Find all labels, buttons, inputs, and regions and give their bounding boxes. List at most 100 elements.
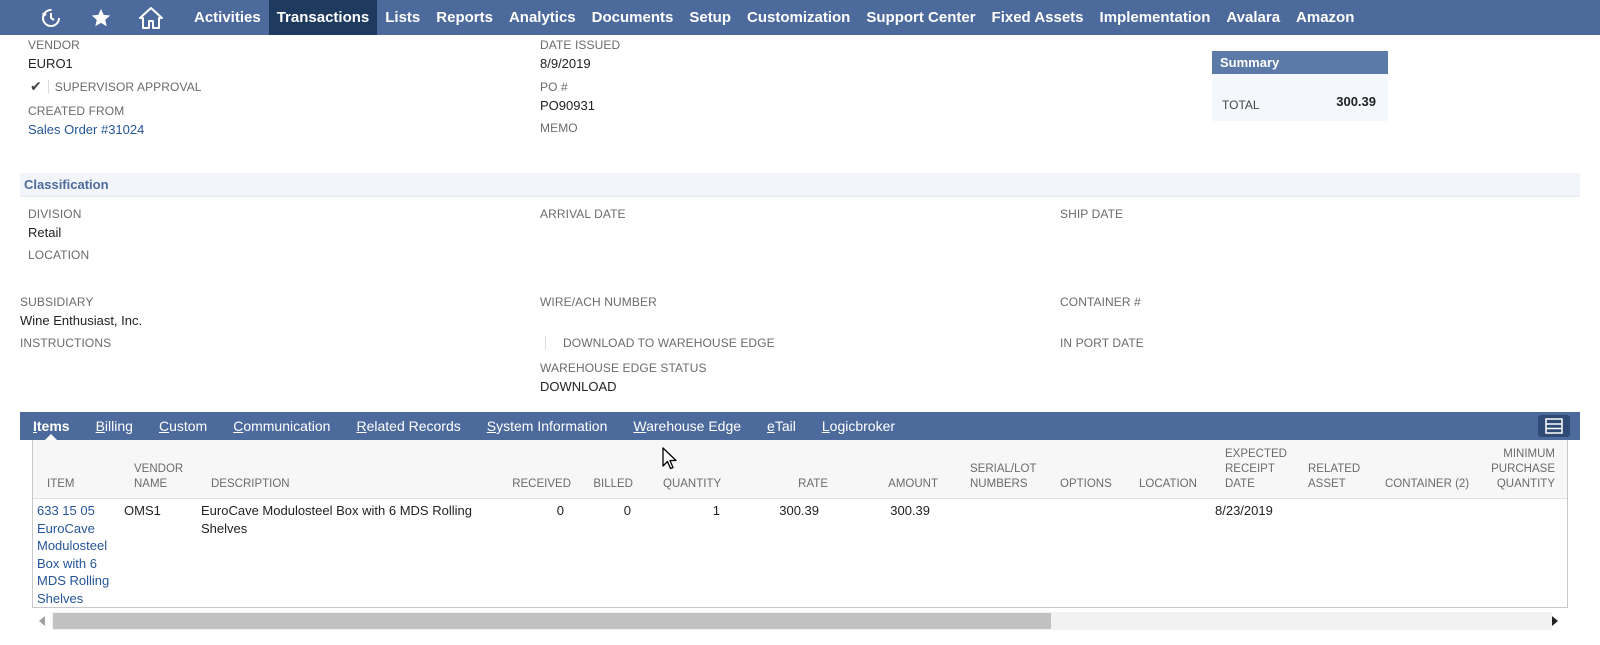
date-issued-field: DATE ISSUED 8/9/2019 (540, 38, 620, 71)
nav-item-implementation[interactable]: Implementation (1092, 0, 1219, 35)
subtab-items[interactable]: Items (20, 412, 83, 440)
subtab-system-information[interactable]: System Information (474, 412, 621, 440)
row-item-link[interactable]: 633 15 05 EuroCave Modulosteel Box with … (37, 502, 119, 607)
memo-field: MEMO (540, 121, 578, 135)
nav-item-reports[interactable]: Reports (428, 0, 501, 35)
col-container[interactable]: CONTAINER (2) (1385, 477, 1485, 492)
horizontal-scrollbar[interactable] (32, 612, 1568, 630)
subsidiary-field: SUBSIDIARY Wine Enthusiast, Inc. (20, 295, 142, 328)
col-vendor-name[interactable]: VENDOR NAME (134, 462, 194, 492)
row-vendor-name: OMS1 (124, 503, 161, 518)
checkbox-separator (47, 79, 49, 94)
row-rate: 300.39 (779, 503, 819, 518)
in-port-date-field: IN PORT DATE (1060, 336, 1144, 350)
scroll-thumb[interactable] (53, 613, 1051, 629)
recent-icon[interactable] (26, 0, 76, 35)
subtab-label: ogicbroker (829, 418, 896, 434)
subtab-billing[interactable]: Billing (83, 412, 146, 440)
vendor-field: VENDOR EURO1 (28, 38, 80, 71)
nav-item-lists[interactable]: Lists (377, 0, 428, 35)
subtab-logicbroker[interactable]: Logicbroker (809, 412, 908, 440)
created-from-field: CREATED FROM Sales Order #31024 (28, 104, 144, 137)
classification-section-header[interactable]: Classification (20, 173, 1580, 197)
row-description: EuroCave Modulosteel Box with 6 MDS Roll… (201, 503, 472, 536)
col-serial-lot[interactable]: SERIAL/LOT NUMBERS (970, 462, 1040, 492)
date-issued-value: 8/9/2019 (540, 56, 591, 71)
division-field: DIVISION Retail (28, 207, 81, 240)
container-field: CONTAINER # (1060, 295, 1141, 309)
arrival-date-label: ARRIVAL DATE (540, 207, 626, 221)
location-label: LOCATION (28, 248, 90, 262)
subtab-label: elated Records (366, 418, 461, 434)
subtab-accesskey: e (767, 418, 775, 434)
in-port-date-label: IN PORT DATE (1060, 336, 1144, 350)
col-item[interactable]: ITEM (47, 477, 117, 492)
nav-item-activities[interactable]: Activities (186, 0, 269, 35)
home-icon[interactable] (126, 0, 176, 35)
col-minimum-purchase-quantity[interactable]: MINIMUM PURCHASE QUANTITY (1473, 447, 1555, 492)
summary-panel: Summary TOTAL 300.39 (1212, 51, 1388, 121)
wire-ach-label: WIRE/ACH NUMBER (540, 295, 657, 309)
subtab-custom[interactable]: Custom (146, 412, 220, 440)
po-field: PO # PO90931 (540, 80, 595, 113)
vendor-value: EURO1 (28, 56, 73, 71)
subtab-accesskey: C (233, 418, 244, 434)
star-icon[interactable] (76, 0, 126, 35)
col-quantity[interactable]: QUANTITY (663, 477, 743, 492)
col-location[interactable]: LOCATION (1139, 477, 1209, 492)
nav-item-fixed-assets[interactable]: Fixed Assets (984, 0, 1092, 35)
division-label: DIVISION (28, 207, 82, 221)
nav-item-support-center[interactable]: Support Center (858, 0, 983, 35)
date-issued-label: DATE ISSUED (540, 38, 621, 52)
subtab-related-records[interactable]: Related Records (343, 412, 473, 440)
subtab-communication[interactable]: Communication (220, 412, 343, 440)
subtab-label: ystem Information (496, 418, 608, 434)
location-field: LOCATION (28, 248, 89, 262)
supervisor-approval-label: SUPERVISOR APPROVAL (54, 79, 202, 94)
download-warehouse-edge-label: DOWNLOAD TO WAREHOUSE EDGE (563, 336, 775, 350)
vendor-label: VENDOR (28, 38, 80, 52)
subtab-etail[interactable]: eTail (754, 412, 809, 440)
subtab-label: tems (36, 418, 70, 434)
memo-label: MEMO (540, 121, 578, 135)
checkmark-icon[interactable]: ✔ (30, 78, 42, 95)
download-warehouse-edge-checkbox[interactable] (545, 336, 557, 350)
subtab-warehouse-edge[interactable]: Warehouse Edge (620, 412, 754, 440)
created-from-link[interactable]: Sales Order #31024 (28, 122, 144, 137)
subtab-label: illing (104, 418, 133, 434)
nav-item-avalara[interactable]: Avalara (1218, 0, 1288, 35)
nav-item-customization[interactable]: Customization (739, 0, 858, 35)
col-rate[interactable]: RATE (773, 477, 828, 492)
subtab-accesskey: C (158, 418, 170, 434)
download-warehouse-edge-field: DOWNLOAD TO WAREHOUSE EDGE (545, 336, 775, 350)
col-expected-receipt-date[interactable]: EXPECTED RECEIPT DATE (1225, 447, 1291, 492)
po-value: PO90931 (540, 98, 595, 113)
scroll-left-icon[interactable] (39, 616, 45, 626)
instructions-label: INSTRUCTIONS (20, 336, 112, 350)
nav-item-analytics[interactable]: Analytics (501, 0, 584, 35)
mouse-cursor-icon (662, 447, 678, 476)
col-received[interactable]: RECEIVED (493, 477, 571, 492)
subtab-accesskey: S (486, 418, 497, 434)
nav-item-amazon[interactable]: Amazon (1288, 0, 1362, 35)
scroll-right-icon[interactable] (1552, 616, 1558, 626)
total-label: TOTAL (1222, 98, 1260, 112)
summary-body: TOTAL 300.39 (1212, 74, 1388, 121)
nav-item-transactions[interactable]: Transactions (268, 0, 378, 35)
row-billed: 0 (623, 503, 631, 518)
subtab-label: ustom (169, 418, 208, 434)
col-options[interactable]: OPTIONS (1060, 477, 1120, 492)
warehouse-edge-status-field: WAREHOUSE EDGE STATUS DOWNLOAD (540, 361, 707, 394)
ship-date-label: SHIP DATE (1060, 207, 1124, 221)
summary-title: Summary (1212, 51, 1388, 74)
nav-item-setup[interactable]: Setup (681, 0, 739, 35)
subtab-bar: Items Billing Custom Communication Related R… (20, 412, 1580, 440)
subtab-label: arehouse Edge (646, 418, 742, 434)
col-description[interactable]: DESCRIPTION (211, 477, 361, 492)
nav-item-documents[interactable]: Documents (584, 0, 682, 35)
layout-toggle-icon[interactable] (1538, 415, 1570, 437)
col-amount[interactable]: AMOUNT (853, 477, 938, 492)
col-billed[interactable]: BILLED (573, 477, 633, 492)
col-related-asset[interactable]: RELATED ASSET (1308, 462, 1368, 492)
top-navigation-bar: Activities Transactions Lists Reports Analyt… (0, 0, 1600, 35)
